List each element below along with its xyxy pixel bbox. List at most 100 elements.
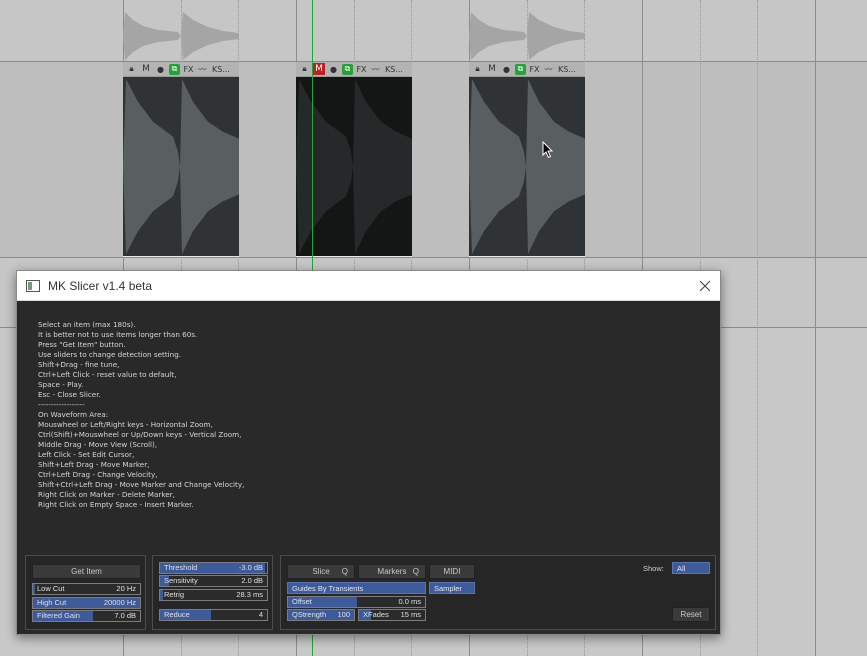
mute-icon[interactable]: M [313,63,325,75]
filtered-gain-value: 7.0 dB [114,611,136,620]
qstrength-slider[interactable]: QStrength 100 [287,609,355,621]
high-cut-slider[interactable]: High Cut 20000 Hz [32,597,141,609]
help-line: Right Click on Empty Space - Insert Mark… [38,500,194,509]
envelope-icon[interactable]: 〰 [370,64,381,75]
show-label: Show: [643,564,664,573]
offset-slider[interactable]: Offset 0.0 ms [287,596,426,608]
group-icon[interactable]: ⧉ [515,63,526,75]
sensitivity-slider[interactable]: Sensitivity 2.0 dB [159,575,268,587]
offset-label: Offset [292,597,312,606]
help-line: Mouswheel or Left/Right keys - Horizonta… [38,420,213,429]
note-icon[interactable]: ● [328,64,339,75]
help-line: Ctrl+Left Click - reset value to default… [38,370,177,379]
help-line: Shift+Left Drag - Move Marker, [38,460,150,469]
reset-button[interactable]: Reset [672,607,710,622]
lock-icon[interactable]: 🔒︎ [472,64,483,75]
mouse-pointer-icon [542,141,554,159]
help-line: Middle Drag - Move View (Scroll), [38,440,158,449]
low-cut-slider[interactable]: Low Cut 20 Hz [32,583,141,595]
close-button[interactable] [690,271,720,301]
waveform-thumbnail[interactable] [469,10,585,62]
item-name: KS... [385,64,403,74]
help-line: Esc - Close Slicer. [38,390,101,399]
help-line: On Waveform Area: [38,410,109,419]
help-line: Use sliders to change detection setting. [38,350,182,359]
filtered-gain-label: Filtered Gain [37,611,80,620]
qstrength-label: QStrength [292,610,327,619]
markers-quantize-key: Q [412,567,419,576]
show-select[interactable]: All [672,562,710,574]
grid-line [815,0,816,656]
help-line: Left Click - Set Edit Cursor, [38,450,135,459]
high-cut-label: High Cut [37,598,67,607]
input-panel: Get Item Low Cut 20 Hz High Cut 20000 Hz… [25,555,146,630]
retrig-value: 28.3 ms [236,590,263,599]
help-line: Ctrl+Left Drag - Change Velocity, [38,470,158,479]
retrig-slider[interactable]: Retrig 28.3 ms [159,589,268,601]
help-line: Right Click on Marker - Delete Marker, [38,490,175,499]
help-line: Shift+Ctrl+Left Drag - Move Marker and C… [38,480,245,489]
item-header: 🔒︎ M ● ⧉ FX 〰 KS... [123,62,239,77]
waveform-graphic [123,78,239,255]
note-icon[interactable]: ● [501,64,512,75]
mode-panel: Slice Q Markers Q MIDI Guides By Transie… [280,555,716,630]
high-cut-value: 20000 Hz [103,598,136,607]
item-waveform[interactable] [123,77,239,257]
slice-button[interactable]: Slice Q [287,564,355,579]
group-icon[interactable]: ⧉ [169,63,180,75]
fx-icon[interactable]: FX [529,64,540,75]
waveform-graphic [469,78,585,255]
window-title: MK Slicer v1.4 beta [48,278,153,293]
help-line: Press "Get Item" button. [38,340,126,349]
help-text: Select an item (max 180s). It is better n… [38,320,244,510]
group-icon[interactable]: ⧉ [342,63,353,75]
item-name: KS... [558,64,576,74]
markers-button[interactable]: Markers Q [358,564,426,579]
filtered-gain-slider[interactable]: Filtered Gain 7.0 dB [32,610,141,622]
media-item[interactable]: 🔒︎ M ● ⧉ FX 〰 KS... [123,62,239,257]
note-icon[interactable]: ● [155,64,166,75]
guides-select[interactable]: Guides By Transients [287,582,426,594]
mute-icon[interactable]: M [486,63,498,75]
title-bar[interactable]: MK Slicer v1.4 beta [17,271,720,301]
threshold-slider[interactable]: Threshold -3.0 dB [159,562,268,574]
envelope-icon[interactable]: 〰 [543,64,554,75]
help-line: Shift+Drag - fine tune, [38,360,120,369]
item-waveform[interactable] [296,77,412,257]
low-cut-value: 20 Hz [116,584,136,593]
sensitivity-value: 2.0 dB [241,576,263,585]
media-item[interactable]: 🔒︎ M ● ⧉ FX 〰 KS... [469,62,585,257]
fx-icon[interactable]: FX [183,64,194,75]
get-item-button[interactable]: Get Item [32,564,141,579]
mute-icon[interactable]: M [140,63,152,75]
envelope-icon[interactable]: 〰 [197,64,208,75]
item-header: 🔒︎ M ● ⧉ FX 〰 KS... [469,62,585,77]
retrig-label: Retrig [164,590,185,599]
xfades-label: XFades [363,610,389,619]
grid-line [757,0,758,656]
markers-label: Markers [377,567,407,576]
item-waveform[interactable] [469,77,585,257]
help-line: Select an item (max 180s). [38,320,136,329]
waveform-thumbnail[interactable] [123,10,239,62]
waveform-graphic [123,12,239,60]
fx-icon[interactable]: FX [356,64,367,75]
lock-icon[interactable]: 🔒︎ [126,64,137,75]
help-line: Space - Play. [38,380,84,389]
waveform-graphic [296,78,412,255]
detection-panel: Threshold -3.0 dB Sensitivity 2.0 dB Ret… [152,555,273,630]
xfades-value: 15 ms [400,610,421,619]
help-line: It is better not to use items longer tha… [38,330,198,339]
lock-icon[interactable]: 🔒︎ [299,64,310,75]
media-item[interactable]: 🔒︎ M ● ⧉ FX 〰 KS... [296,62,412,257]
qstrength-value: 100 [337,610,350,619]
midi-button[interactable]: MIDI [429,564,475,579]
item-header: 🔒︎ M ● ⧉ FX 〰 KS... [296,62,412,77]
reduce-slider[interactable]: Reduce 4 [159,609,268,621]
sampler-select[interactable]: Sampler [429,582,475,594]
close-icon [699,280,711,292]
threshold-value: -3.0 dB [238,563,263,572]
reduce-label: Reduce [164,610,190,619]
xfades-slider[interactable]: XFades 15 ms [358,609,426,621]
app-icon [25,279,41,293]
